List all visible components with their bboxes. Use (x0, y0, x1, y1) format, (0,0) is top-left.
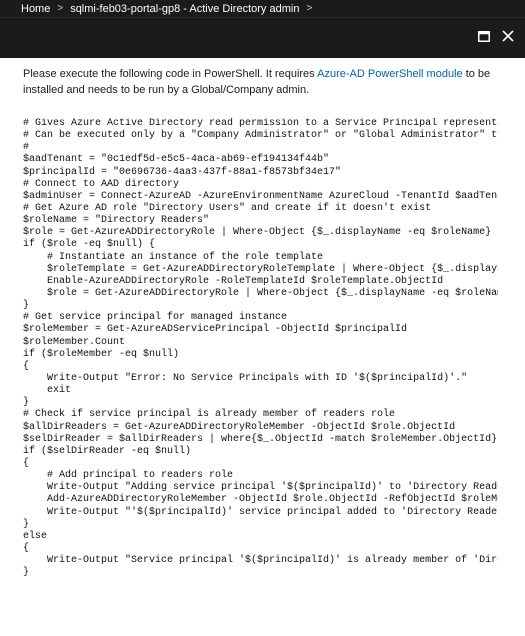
code-line: $roleMember = Get-AzureADServicePrincipa… (23, 324, 408, 336)
code-line: # Get service principal for managed inst… (23, 312, 288, 324)
code-line: $roleMember.Count (23, 336, 126, 348)
code-line: Enable-AzureADDirectoryRole -RoleTemplat… (23, 275, 444, 287)
code-line: # Check if service principal is already … (23, 409, 396, 421)
powershell-code-block[interactable]: # Gives Azure Active Directory read perm… (23, 118, 498, 579)
code-line: Write-Output "'$($principalId)' service … (23, 506, 498, 518)
code-line: $roleName = "Directory Readers" (23, 215, 210, 227)
code-line: # Instantiate an instance of the role te… (23, 251, 324, 263)
code-line: Write-Output "Service principal '$($prin… (23, 555, 498, 567)
azure-ad-powershell-module-link[interactable]: Azure-AD PowerShell module (317, 68, 463, 80)
code-line: Add-AzureADDirectoryRoleMember -ObjectId… (23, 494, 498, 506)
code-line: $role = Get-AzureADDirectoryRole | Where… (23, 287, 498, 299)
code-line: Write-Output "Adding service principal '… (23, 482, 498, 494)
code-line: exit (23, 385, 72, 397)
code-line: if ($selDirReader -eq $null) (23, 445, 192, 457)
code-line: { (23, 360, 30, 372)
code-line: else (23, 530, 48, 542)
code-line: Write-Output "Error: No Service Principa… (23, 372, 468, 384)
breadcrumb: Home > sqlmi-feb03-portal-gp8 - Active D… (0, 0, 525, 17)
code-line: $principalId = "0e696736-4aa3-437f-88a1-… (23, 166, 342, 178)
code-line: { (23, 457, 30, 469)
code-line: $aadTenant = "0c1edf5d-e5c5-4aca-ab69-ef… (23, 154, 330, 166)
close-icon[interactable] (497, 25, 519, 47)
maximize-icon[interactable] (473, 25, 495, 47)
code-line: # Can be executed only by a "Company Adm… (23, 130, 498, 142)
code-line: $roleTemplate = Get-AzureADDirectoryRole… (23, 263, 498, 275)
intro-text-before: Please execute the following code in Pow… (23, 68, 318, 80)
code-line: if ($roleMember -eq $null) (23, 348, 180, 360)
blade-content: Please execute the following code in Pow… (0, 58, 525, 636)
code-line: # Connect to AAD directory (23, 178, 180, 190)
code-line: # (23, 142, 30, 154)
code-line: # Get Azure AD role "Directory Users" an… (23, 202, 432, 214)
code-line: $role = Get-AzureADDirectoryRole | Where… (23, 227, 492, 239)
instructions-text: Please execute the following code in Pow… (23, 66, 493, 98)
code-line: { (23, 542, 30, 554)
code-line: $selDirReader = $allDirReaders | where{$… (23, 433, 498, 445)
code-line: # Add principal to readers role (23, 470, 234, 482)
code-line: } (23, 397, 30, 409)
code-line: if ($role -eq $null) { (23, 239, 156, 251)
code-line: } (23, 300, 30, 312)
code-line: } (23, 567, 30, 579)
breadcrumb-current[interactable]: sqlmi-feb03-portal-gp8 - Active Director… (70, 3, 299, 15)
chevron-right-icon: > (306, 3, 313, 14)
breadcrumb-home[interactable]: Home (21, 3, 50, 15)
code-line: $adminUser = Connect-AzureAD -AzureEnvir… (23, 190, 498, 202)
blade-header (0, 17, 525, 58)
code-line: $allDirReaders = Get-AzureADDirectoryRol… (23, 421, 456, 433)
chevron-right-icon: > (57, 3, 64, 14)
code-line: # Gives Azure Active Directory read perm… (23, 118, 498, 129)
code-line: } (23, 518, 30, 530)
